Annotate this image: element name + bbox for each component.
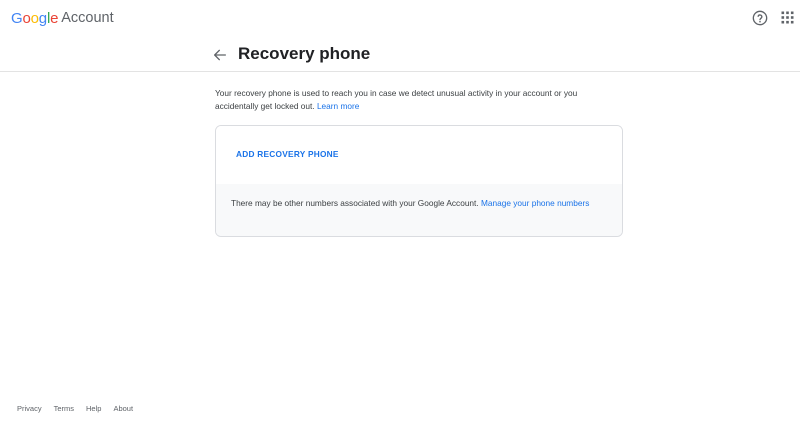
logo-letter: G xyxy=(11,9,23,27)
footer: Privacy Terms Help About xyxy=(17,404,133,413)
help-circle-icon xyxy=(752,10,768,26)
card-action-area: ADD RECOVERY PHONE xyxy=(216,126,622,184)
add-recovery-phone-button[interactable]: ADD RECOVERY PHONE xyxy=(236,148,339,160)
google-account-brand[interactable]: G o o g l e Account xyxy=(11,9,114,27)
card-info-area: There may be other numbers associated wi… xyxy=(216,184,622,236)
top-app-bar: G o o g l e Account xyxy=(0,0,800,36)
product-name: Account xyxy=(61,10,114,26)
back-button[interactable] xyxy=(212,47,228,63)
logo-letter: g xyxy=(38,9,47,27)
apps-grid-icon xyxy=(781,11,794,24)
footer-privacy-link[interactable]: Privacy xyxy=(17,404,42,413)
description-text: Your recovery phone is used to reach you… xyxy=(215,88,578,111)
logo-letter: e xyxy=(50,9,59,27)
logo-letter: o xyxy=(30,9,39,27)
help-button[interactable] xyxy=(752,10,768,26)
logo-letter: o xyxy=(22,9,31,27)
footer-help-link[interactable]: Help xyxy=(86,404,101,413)
page-title-bar: Recovery phone xyxy=(0,36,800,72)
other-numbers-text: There may be other numbers associated wi… xyxy=(231,198,479,208)
arrow-left-icon xyxy=(214,49,226,61)
manage-phone-numbers-link[interactable]: Manage your phone numbers xyxy=(481,198,589,208)
footer-about-link[interactable]: About xyxy=(113,404,133,413)
other-numbers-notice: There may be other numbers associated wi… xyxy=(231,197,601,210)
google-apps-button[interactable] xyxy=(781,11,794,24)
page-title: Recovery phone xyxy=(238,44,371,63)
learn-more-link[interactable]: Learn more xyxy=(317,101,359,111)
google-logo: G o o g l e xyxy=(11,10,58,27)
recovery-phone-card: ADD RECOVERY PHONE There may be other nu… xyxy=(215,125,623,237)
recovery-phone-description: Your recovery phone is used to reach you… xyxy=(215,87,615,112)
page: G o o g l e Account Recovery phone Your … xyxy=(0,0,800,424)
footer-terms-link[interactable]: Terms xyxy=(54,404,74,413)
